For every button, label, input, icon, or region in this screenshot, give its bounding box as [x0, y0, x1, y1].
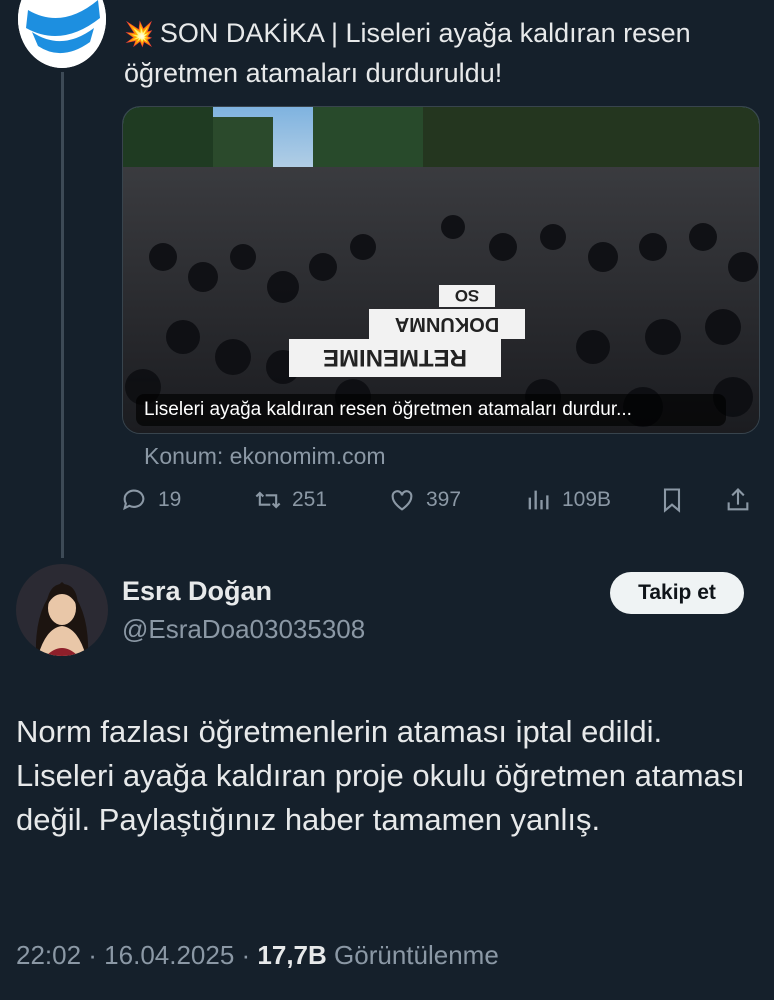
like-icon: [391, 490, 413, 511]
parent-avatar[interactable]: [18, 0, 106, 68]
globe-logo-icon: [18, 0, 106, 68]
burst-icon: 💥: [124, 21, 154, 48]
user-display-name[interactable]: Esra Doğan: [122, 576, 272, 607]
bookmark-icon: [663, 488, 681, 513]
user-avatar-image: [16, 564, 108, 656]
views-label: Görüntülenme: [326, 940, 499, 970]
protest-photo: SO DOKUNMA RETMENIME: [123, 107, 759, 433]
reply-button[interactable]: 19: [120, 486, 181, 514]
views-button[interactable]: 109B: [524, 486, 611, 514]
tweet-timestamp[interactable]: 22:02 · 16.04.2025 ·: [16, 940, 257, 970]
reply-count: 19: [158, 488, 182, 511]
source-link[interactable]: Konum: ekonomim.com: [144, 443, 386, 470]
retweet-button[interactable]: 251: [254, 486, 327, 514]
banner-ogretmen: RETMENIME: [323, 344, 467, 371]
reply-icon: [123, 489, 145, 511]
bookmark-button[interactable]: [658, 486, 686, 514]
like-button[interactable]: 397: [388, 486, 461, 514]
tweet-meta: 22:02 · 16.04.2025 · 17,7B Görüntülenme: [16, 940, 499, 971]
banner-dokunma: DOKUNMA: [395, 313, 499, 335]
tweet-media[interactable]: SO DOKUNMA RETMENIME: [122, 106, 760, 434]
media-caption: Liseleri ayağa kaldıran resen öğretmen a…: [136, 394, 726, 426]
parent-tweet-text: 💥 SON DAKİKA | Liseleri ayağa kaldıran re…: [124, 14, 764, 92]
action-bar: 19 251 397 109B: [120, 486, 760, 526]
parent-tweet-body: SON DAKİKA | Liseleri ayağa kaldıran res…: [124, 18, 691, 88]
retweet-count: 251: [292, 488, 328, 511]
user-handle[interactable]: @EsraDoa03035308: [122, 614, 365, 645]
share-button[interactable]: [724, 486, 752, 514]
like-count: 397: [426, 488, 462, 511]
follow-button[interactable]: Takip et: [610, 572, 744, 614]
views-total: 17,7B: [257, 940, 327, 970]
reply-text: Norm fazlası öğretmenlerin ataması iptal…: [16, 714, 745, 837]
avatar[interactable]: [16, 564, 108, 656]
views-count: 109B: [562, 488, 612, 511]
retweet-icon: [255, 491, 281, 509]
thread-line: [61, 72, 64, 558]
share-icon: [727, 488, 749, 511]
views-icon: [528, 490, 549, 510]
banner-so: SO: [455, 286, 480, 305]
